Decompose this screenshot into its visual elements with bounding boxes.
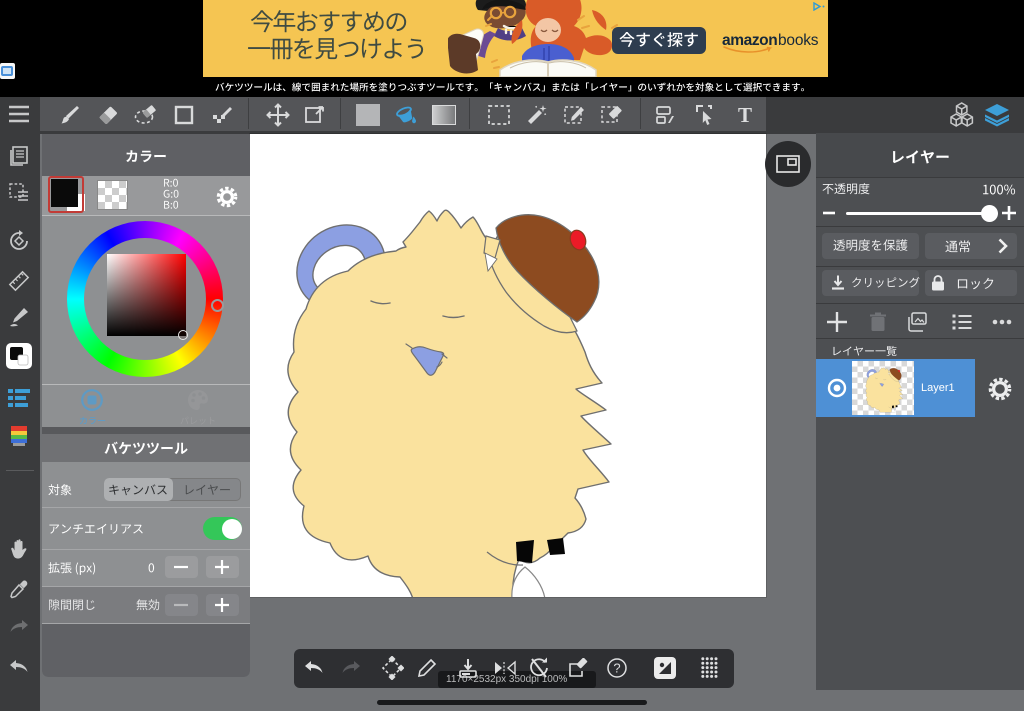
svg-text:?: ? (613, 661, 620, 676)
